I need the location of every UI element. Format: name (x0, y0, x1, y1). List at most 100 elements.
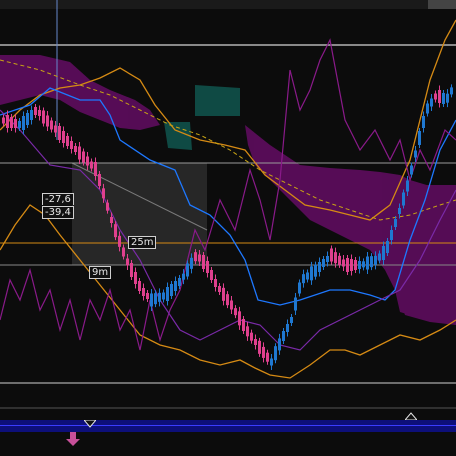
candle-body (218, 286, 221, 292)
chart-header-strip (0, 0, 456, 9)
candle-body (134, 272, 137, 284)
candle-body (42, 110, 45, 124)
candle-body (298, 282, 301, 294)
candle-body (126, 258, 129, 266)
candle-body (30, 110, 33, 120)
time-tag-25m: 25m (128, 236, 157, 249)
candle-body (434, 93, 437, 100)
candle-body (442, 93, 445, 104)
arrow-down-icon[interactable] (66, 432, 80, 446)
trading-chart[interactable] (0, 0, 456, 456)
candle-body (354, 260, 357, 270)
candle-body (382, 246, 385, 260)
candle-body (166, 287, 169, 301)
candle-body (46, 115, 49, 127)
candle-body (378, 253, 381, 261)
candle-body (326, 256, 329, 262)
candle-body (118, 235, 121, 247)
measure-region (72, 163, 207, 265)
measure-value-upper: -27,6 (42, 193, 74, 205)
candle-body (22, 116, 25, 130)
timeline-track-line (0, 425, 456, 426)
candle-body (270, 358, 273, 366)
candle-body (450, 87, 453, 95)
candle-body (158, 292, 161, 302)
candle-body (70, 141, 73, 149)
candle-body (438, 90, 441, 103)
candle-body (318, 262, 321, 272)
time-tag-9m: 9m (89, 266, 112, 279)
candle-body (410, 165, 413, 175)
triangle-down-icon[interactable] (84, 420, 96, 428)
candle-body (266, 352, 269, 362)
candle-body (66, 136, 69, 146)
candle-body (130, 263, 133, 277)
candle-body (6, 115, 9, 128)
candle-body (346, 258, 349, 272)
candle-body (62, 131, 65, 143)
timeline-scrollbar[interactable] (0, 420, 456, 432)
candle-body (82, 151, 85, 163)
candle-body (190, 257, 193, 269)
candle-body (426, 103, 429, 114)
candle-body (250, 332, 253, 341)
candle-body (198, 254, 201, 262)
candle-body (246, 326, 249, 337)
candle-body (446, 93, 449, 103)
candle-body (302, 274, 305, 284)
candle-body (274, 346, 277, 361)
candle-body (174, 281, 177, 291)
candle-body (262, 346, 265, 358)
candle-body (122, 247, 125, 257)
candle-body (74, 146, 77, 152)
candle-body (322, 259, 325, 267)
candle-body (254, 339, 257, 345)
candle-body (330, 248, 333, 262)
candle-body (150, 293, 153, 307)
candle-body (290, 317, 293, 323)
candle-body (86, 156, 89, 166)
candle-body (282, 331, 285, 341)
candle-body (206, 261, 209, 273)
candle-body (242, 319, 245, 331)
chart-header-button[interactable] (428, 0, 456, 9)
candle-body (402, 192, 405, 206)
candle-body (306, 272, 309, 280)
candle-body (50, 120, 53, 130)
candle-body (146, 293, 149, 299)
candle-body (430, 98, 433, 107)
candle-body (182, 273, 185, 280)
candle-body (342, 259, 345, 267)
candle-body (210, 270, 213, 280)
candle-body (162, 292, 165, 300)
candle-body (54, 125, 57, 133)
candle-body (26, 113, 29, 125)
candle-body (294, 297, 297, 311)
candle-body (18, 121, 21, 128)
candle-body (106, 202, 109, 211)
candle-body (10, 117, 13, 128)
candle-body (58, 126, 61, 140)
candle-body (394, 219, 397, 227)
candle-body (202, 255, 205, 269)
candle-body (78, 146, 81, 160)
candle-body (418, 131, 421, 145)
candle-body (138, 281, 141, 291)
measure-value-lower: -39,4 (42, 206, 74, 219)
candle-body (390, 230, 393, 240)
candle-body (178, 278, 181, 286)
candle-body (38, 110, 41, 116)
candle-body (370, 256, 373, 268)
candle-body (278, 338, 281, 351)
candle-body (398, 208, 401, 214)
triangle-up-icon[interactable] (405, 412, 417, 420)
candle-body (258, 340, 261, 354)
candle-body (358, 261, 361, 269)
candle-body (314, 264, 317, 277)
candle-body (234, 308, 237, 316)
candle-body (142, 288, 145, 296)
candle-body (338, 255, 341, 265)
candle-body (90, 161, 93, 169)
candle-body (422, 116, 425, 128)
candle-body (2, 117, 5, 124)
